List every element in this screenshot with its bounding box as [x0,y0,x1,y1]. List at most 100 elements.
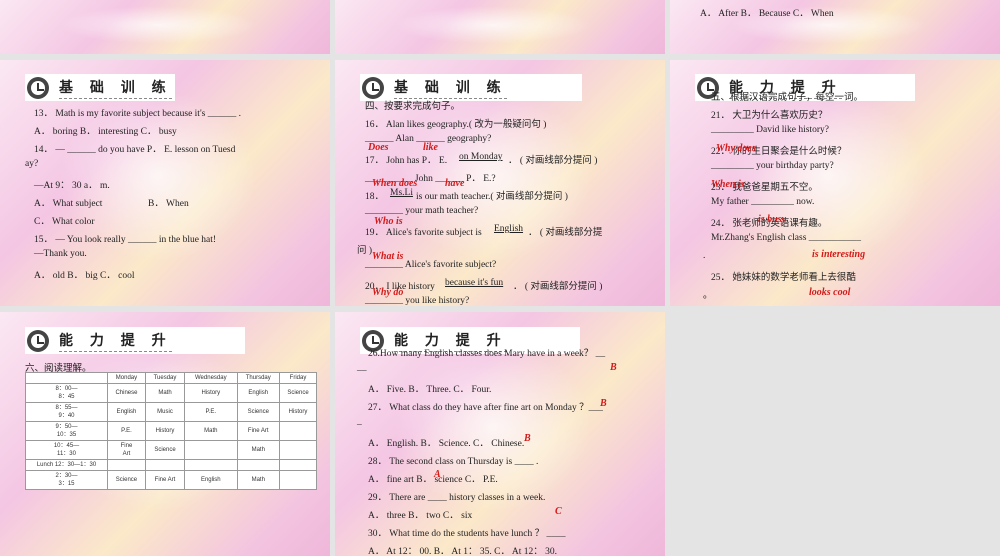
answer-options: A． Five. B． Three. C． Four. [368,385,492,395]
answer-text: C [555,506,562,517]
answer-text: looks cool [809,287,851,298]
table-cell [279,421,317,441]
table-cell: 10：45— 11：30 [25,440,108,460]
question-text: __ [357,363,367,373]
question-text: _________ your birthday party? [711,161,834,171]
section-title: 基 础 训 练 [59,77,172,99]
answer-text: B [610,362,617,373]
question-text: ________ Alice's favorite subject? [365,260,497,270]
table-cell: Tuesday [144,372,186,384]
table-cell [279,440,317,460]
table-cell: P.E. [107,421,146,441]
table-cell: 8：55— 9：40 [25,402,108,422]
table-cell: Monday [107,372,146,384]
clock-icon [362,76,384,99]
clock-icon [27,76,49,99]
table-cell: 8：00— 8：45 [25,383,108,403]
table-cell: Thursday [236,372,281,384]
underlined-phrase: on Monday [459,152,503,162]
answer-options: A． boring B． interesting C． busy [34,127,177,137]
question-text: 16． Alan likes geography.( 改为一般疑问句 ) [365,120,547,130]
table-row: 8：00— 8：45 Chinese Math History English … [25,383,317,403]
question-text: Mr.Zhang's English class ___________ [711,233,862,243]
slide-thumbnail-5[interactable]: 基 础 训 练 四、按要求完成句子。 16． Alan likes geogra… [335,60,665,306]
question-text: 30． What time do the students have lunch… [368,529,566,539]
table-cell [25,372,108,384]
question-text: 26.How many English classes does Mary ha… [368,349,606,359]
table-cell [279,459,317,471]
table-cell: Fine Art [236,421,281,441]
answer-options: A． After B． Because C． When [700,9,834,19]
question-text: 27． What class do they have after fine a… [368,403,603,413]
underlined-phrase: because it's fun [445,278,504,288]
section-instruction: 五、根据汉语完成句子，每空一词。 [711,93,864,103]
table-cell: Friday [279,372,317,384]
question-text: 28． The second class on Thursday is ____… [368,457,539,467]
question-text: ________ you like history? [365,296,470,306]
answer-options: A． English. B． Science. C． Chinese. [368,439,525,449]
answer-text: Why does [716,143,756,154]
slide-thumbnail-8[interactable]: 能 力 提 升 26.How many English classes does… [335,312,665,556]
question-text: 29． There are ____ history classes in a … [368,493,546,503]
table-row: Lunch 12：30—1：30 [25,459,317,471]
table-cell: Science [236,402,281,422]
question-text: _________ David like history? [711,125,829,135]
table-cell: History [144,421,186,441]
question-text: 。 [703,291,713,301]
section-header: 基 础 训 练 [360,74,582,101]
question-text: —Thank you. [34,249,87,259]
question-text: 13． Math is my favorite subject because … [34,109,241,119]
slide-thumbnail-1[interactable] [0,0,330,54]
slide-thumbnail-3[interactable]: A． After B． Because C． When [670,0,1000,54]
table-cell: Fine Art [144,470,186,490]
question-text: 15． — You look really ______ in the blue… [34,235,217,245]
table-cell: Math [144,383,186,403]
answer-options: A． fine art B． science C． P.E. [368,475,498,485]
table-cell: Science [107,470,146,490]
answer-option: A． What subject [34,199,103,209]
question-text: ． ( 对画线部分提 [528,228,603,238]
section-instruction: 四、按要求完成句子。 [365,102,461,112]
section-header: 能 力 提 升 [25,327,245,354]
slide-thumbnail-6[interactable]: 能 力 提 升 五、根据汉语完成句子，每空一词。 21． 大卫为什么喜欢历史？ … [670,60,1000,306]
underlined-phrase: English [494,224,524,234]
question-text: . [703,251,706,261]
table-cell: Math [236,440,281,460]
table-cell [184,440,238,460]
question-text: 问 ) [357,246,373,256]
table-cell: 2：30— 3：15 [25,470,108,490]
table-cell: 9：50— 10：35 [25,421,108,441]
question-text: 14． — ______ do you have P． E. lesson on… [34,145,236,155]
table-cell: Lunch 12：30—1：30 [25,459,108,471]
table-row: 9：50— 10：35 P.E. History Math Fine Art [25,421,317,441]
table-cell [107,459,146,471]
answer-text: B [600,398,607,409]
question-text: ． ( 对画线部分提问 ) [513,282,603,292]
table-cell: English [236,383,281,403]
question-text: ________ your math teacher? [365,206,479,216]
table-cell [236,459,281,471]
section-title: 能 力 提 升 [59,330,172,352]
question-text: ay? [25,159,39,169]
table-cell: Fine Art [107,440,146,460]
section-header: 基 础 训 练 [25,74,175,101]
table-cell: History [279,402,317,422]
table-cell: Science [279,383,317,403]
table-row: 8：55— 9：40 English Music P.E. Science Hi… [25,402,317,422]
question-text: 21． 大卫为什么喜欢历史？ [711,111,828,121]
slide-thumbnail-2[interactable] [335,0,665,54]
table-row: Monday Tuesday Wednesday Thursday Friday [25,372,317,384]
answer-option: B． When [148,199,189,209]
table-cell: Math [236,470,281,490]
answer-options: A． At 12： 00. B． At 1： 35. C． At 12： 30. [368,547,557,556]
table-cell: Math [184,421,238,441]
clock-icon [27,329,49,352]
table-row: 2：30— 3：15 Science Fine Art English Math [25,470,317,490]
question-text: is our math teacher.( 对画线部分提问 ) [416,192,568,202]
table-cell: Music [144,402,186,422]
question-text: My father _________ now. [711,197,815,207]
table-cell [279,470,317,490]
answer-text: B [524,433,531,444]
answer-text: A [434,469,441,480]
slide-thumbnail-4[interactable]: 基 础 训 练 13． Math is my favorite subject … [0,60,330,306]
